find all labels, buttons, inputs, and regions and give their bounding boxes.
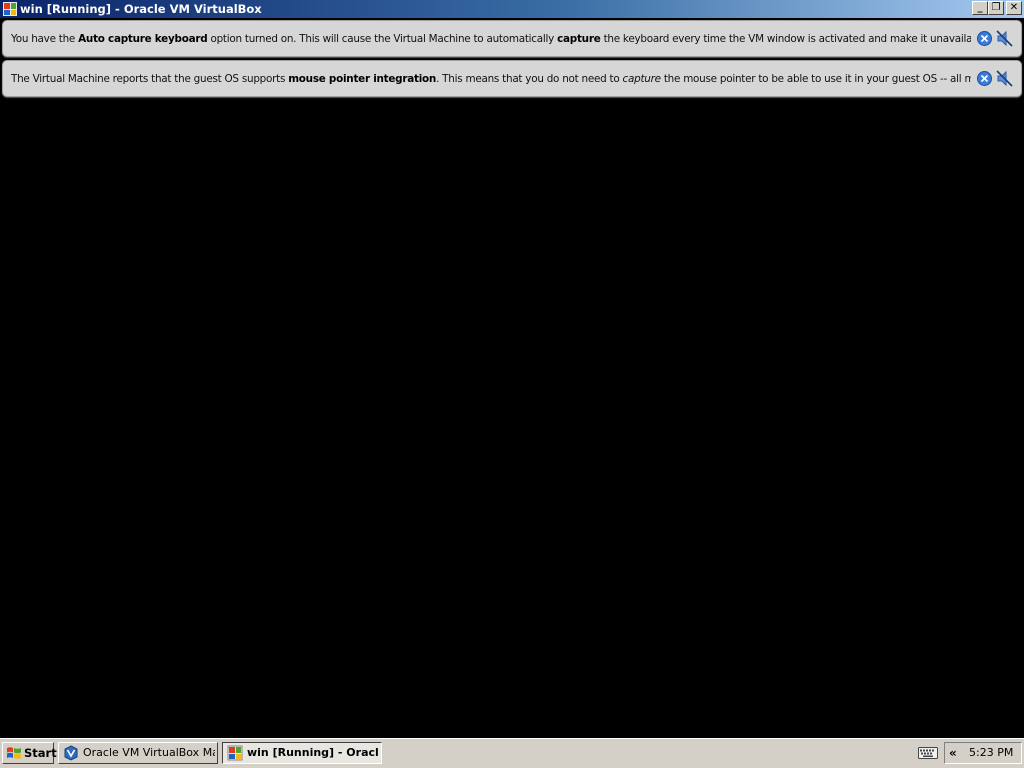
windows-logo-icon <box>7 747 21 759</box>
windows-vm-icon <box>3 2 17 16</box>
start-button[interactable]: Start <box>2 742 57 764</box>
taskbar: Start Oracle VM VirtualBox Ma... win [Ru… <box>0 738 1024 768</box>
show-hidden-icons-button[interactable]: « <box>949 745 957 761</box>
windows-vm-icon <box>227 745 243 761</box>
mouse-integration-banner: The Virtual Machine reports that the gue… <box>2 60 1022 97</box>
banner-text-bold: mouse pointer integration <box>288 73 437 85</box>
close-circle-icon[interactable] <box>977 71 992 86</box>
window-title: win [Running] - Oracle VM VirtualBox <box>20 2 262 16</box>
virtualbox-icon <box>64 745 78 761</box>
mouse-integration-message: The Virtual Machine reports that the gue… <box>11 72 971 86</box>
close-circle-icon[interactable] <box>977 31 992 46</box>
banner-text: The Virtual Machine reports that the gue… <box>11 73 289 85</box>
start-label: Start <box>24 746 57 760</box>
keyboard-capture-banner: You have the Auto capture keyboard optio… <box>2 20 1022 57</box>
window-title-bar[interactable]: win [Running] - Oracle VM VirtualBox _ ❐… <box>0 0 1024 18</box>
banner-text: . This means that you do not need to <box>436 73 623 85</box>
restore-button[interactable]: ❐ <box>988 1 1004 15</box>
keyboard-icon[interactable] <box>918 746 938 760</box>
banner-text: option turned on. This will cause the Vi… <box>207 33 558 45</box>
do-not-show-again-icon[interactable] <box>996 30 1013 47</box>
vm-display-area[interactable] <box>0 100 1024 738</box>
virtualbox-screen: win [Running] - Oracle VM VirtualBox _ ❐… <box>0 0 1024 768</box>
banner-text: the mouse pointer to be able to use it i… <box>660 73 971 85</box>
banner-text-bold: Auto capture keyboard <box>78 33 208 45</box>
clock[interactable]: 5:23 PM <box>969 745 1013 761</box>
minimize-button[interactable]: _ <box>972 1 988 15</box>
do-not-show-again-icon[interactable] <box>996 70 1013 87</box>
close-window-button[interactable]: ✕ <box>1006 1 1022 15</box>
banner-text-bold: capture <box>557 33 601 45</box>
banner-text-italic: capture <box>622 73 662 85</box>
taskbar-item-label: win [Running] - Oracl... <box>247 746 379 759</box>
banner-text: You have the <box>11 33 79 45</box>
banner-text: the keyboard every time the VM window is… <box>600 33 971 45</box>
system-tray: « 5:23 PM <box>944 742 1022 764</box>
keyboard-capture-message: You have the Auto capture keyboard optio… <box>11 32 971 46</box>
taskbar-item-win-running[interactable]: win [Running] - Oracl... <box>222 742 382 764</box>
taskbar-item-virtualbox-manager[interactable]: Oracle VM VirtualBox Ma... <box>58 742 218 764</box>
taskbar-item-label: Oracle VM VirtualBox Ma... <box>83 746 215 759</box>
